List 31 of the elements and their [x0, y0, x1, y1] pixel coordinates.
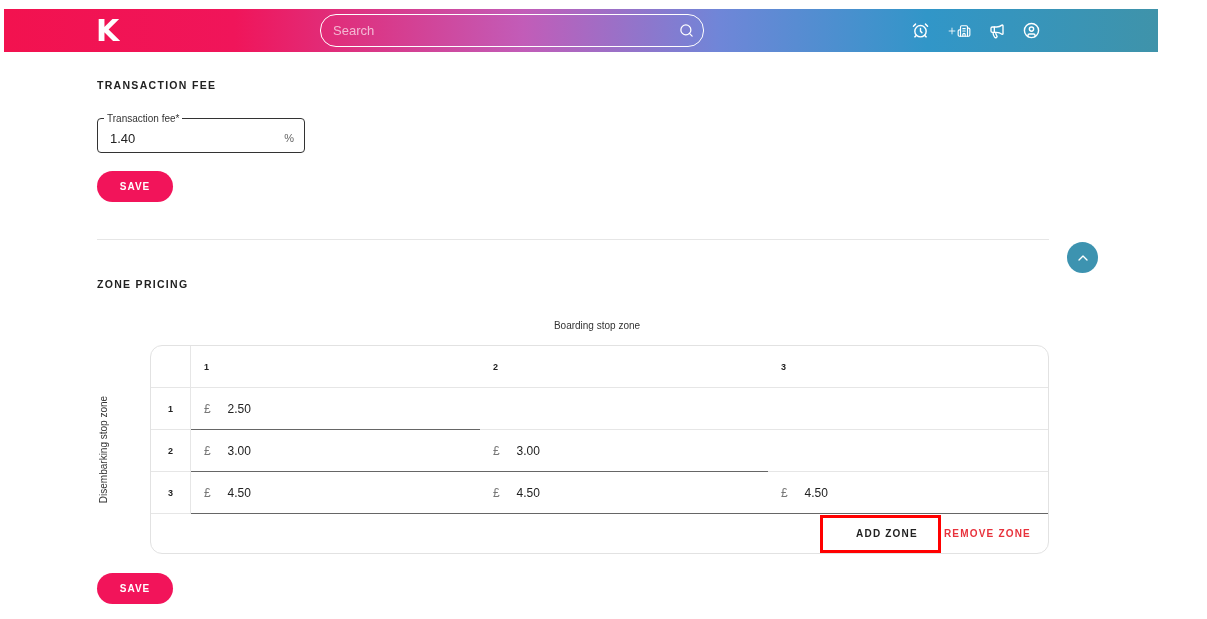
price-input[interactable]: £ 4.50: [190, 472, 480, 514]
megaphone-icon[interactable]: [989, 22, 1005, 39]
transaction-fee-field[interactable]: Transaction fee* 1.40 %: [97, 113, 305, 153]
save-button[interactable]: SAVE: [97, 573, 173, 604]
row-header: 1: [150, 388, 191, 430]
account-icon[interactable]: [1023, 22, 1040, 39]
price-input[interactable]: £ 3.00: [190, 430, 480, 472]
section-title: TRANSACTION FEE: [97, 79, 218, 91]
column-header: 1: [190, 346, 480, 388]
row-header: 2: [150, 430, 191, 472]
remove-zone-button[interactable]: REMOVE ZONE: [940, 514, 1034, 553]
field-label: Transaction fee*: [106, 113, 181, 124]
search-icon[interactable]: [679, 23, 694, 38]
search-field[interactable]: Search: [320, 14, 704, 47]
alarm-clock-icon[interactable]: [912, 22, 929, 39]
price-input[interactable]: £ 4.50: [479, 472, 768, 514]
row-header: 3: [150, 472, 191, 514]
axis-label: Disembarking stop zone: [98, 395, 110, 504]
scroll-up-button[interactable]: [1067, 242, 1098, 273]
price-input[interactable]: £ 3.00: [479, 430, 768, 472]
column-header: 2: [479, 346, 768, 388]
save-button[interactable]: SAVE: [97, 171, 173, 202]
section-title: ZONE PRICING: [97, 278, 190, 290]
add-zone-button[interactable]: ADD ZONE: [820, 514, 941, 553]
unit-label: %: [284, 132, 294, 144]
axis-label: Boarding stop zone: [553, 320, 641, 331]
logo[interactable]: K: [96, 13, 122, 48]
price-input[interactable]: £ 2.50: [190, 388, 480, 430]
column-header: 3: [767, 346, 1048, 388]
price-input[interactable]: £ 4.50: [767, 472, 1048, 514]
add-building-icon[interactable]: [947, 23, 971, 38]
